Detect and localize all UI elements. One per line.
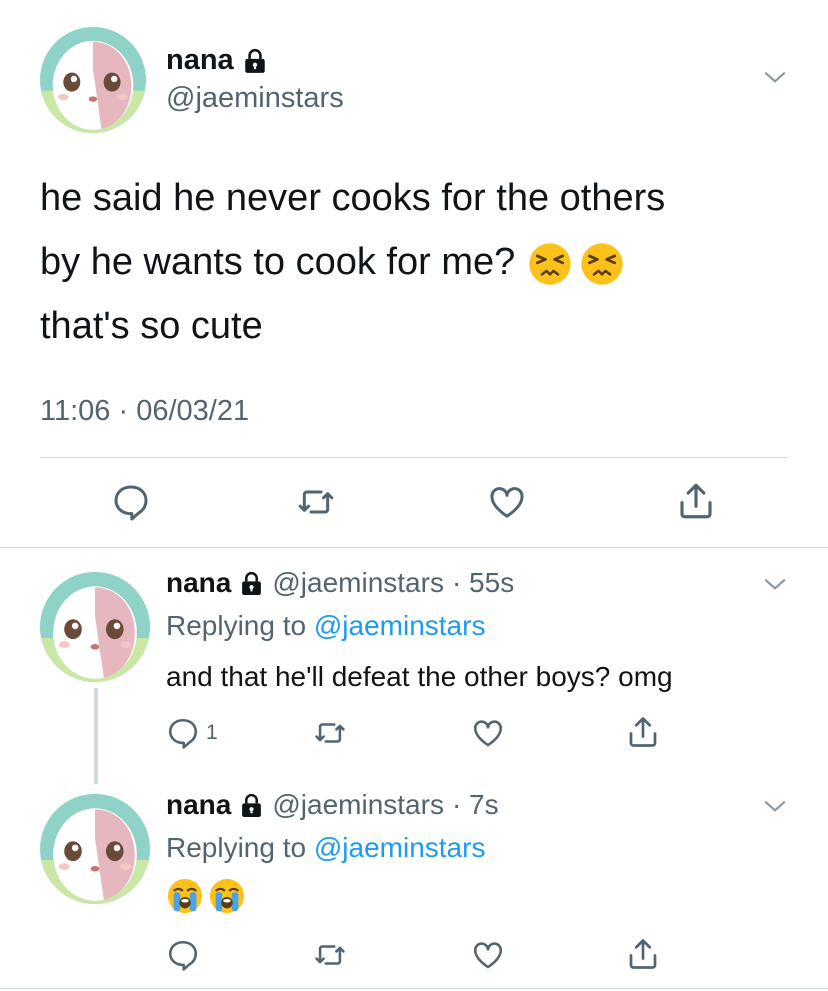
retweet-button[interactable] — [313, 716, 347, 750]
replying-prefix: Replying to — [166, 832, 307, 863]
share-icon — [675, 480, 717, 522]
retweet-button[interactable] — [313, 938, 347, 972]
like-icon — [471, 938, 505, 972]
reply-count: 1 — [206, 721, 218, 744]
tweet-text-segment: by he wants to cook for me? — [40, 241, 516, 283]
replying-to: Replying to @jaeminstars — [166, 610, 485, 642]
reply-text — [166, 877, 246, 915]
like-icon — [471, 716, 505, 750]
chevron-down-icon[interactable] — [762, 571, 788, 597]
thread-connector-line — [94, 688, 98, 784]
loudly-crying-face-icon — [208, 877, 246, 915]
reply-button[interactable]: 1 — [166, 716, 218, 750]
share-icon — [625, 714, 661, 750]
retweet-icon — [296, 482, 336, 522]
chevron-down-icon[interactable] — [762, 64, 788, 90]
protected-lock-icon — [239, 571, 264, 596]
tweet-timestamp[interactable]: 11:06 · 06/03/21 — [40, 395, 249, 428]
replying-to-link[interactable]: @jaeminstars — [314, 832, 486, 863]
handle[interactable]: @jaeminstars — [272, 789, 444, 821]
tweet-text-line: by he wants to cook for me? — [40, 230, 800, 294]
chevron-down-icon[interactable] — [762, 793, 788, 819]
main-tweet-handle[interactable]: @jaeminstars — [166, 82, 344, 115]
retweet-button[interactable] — [296, 482, 336, 522]
reply-icon — [166, 938, 200, 972]
like-button[interactable] — [487, 482, 527, 522]
divider — [0, 547, 828, 548]
retweet-icon — [313, 716, 347, 750]
retweet-icon — [313, 938, 347, 972]
divider — [0, 988, 828, 989]
display-name-text: nana — [166, 44, 234, 76]
reply-button[interactable] — [111, 482, 151, 522]
main-tweet-text: he said he never cooks for the others by… — [40, 166, 800, 358]
share-button[interactable] — [675, 480, 717, 522]
protected-lock-icon — [242, 48, 268, 74]
relative-time[interactable]: · 55s — [452, 567, 514, 599]
relative-time[interactable]: · 7s — [452, 789, 499, 821]
main-tweet-avatar[interactable] — [40, 27, 146, 133]
reply-icon — [111, 482, 151, 522]
handle[interactable]: @jaeminstars — [272, 567, 444, 599]
reply-header: nana @jaeminstars · 7s — [166, 789, 499, 821]
share-button[interactable] — [625, 714, 661, 750]
display-name[interactable]: nana — [166, 789, 231, 821]
reply-avatar[interactable] — [40, 794, 150, 904]
main-tweet-display-name[interactable]: nana — [166, 44, 268, 77]
replying-to: Replying to @jaeminstars — [166, 832, 485, 864]
persevering-face-icon — [527, 241, 573, 287]
replying-prefix: Replying to — [166, 610, 307, 641]
replying-to-link[interactable]: @jaeminstars — [314, 610, 486, 641]
reply-header: nana @jaeminstars · 55s — [166, 567, 514, 599]
reply-button[interactable] — [166, 938, 200, 972]
like-icon — [487, 482, 527, 522]
reply-icon — [166, 716, 200, 750]
share-icon — [625, 936, 661, 972]
persevering-face-icon — [579, 241, 625, 287]
tweet-text-line: he said he never cooks for the others — [40, 177, 666, 219]
protected-lock-icon — [239, 793, 264, 818]
reply-avatar[interactable] — [40, 572, 150, 682]
display-name[interactable]: nana — [166, 567, 231, 599]
like-button[interactable] — [471, 716, 505, 750]
divider — [40, 457, 788, 458]
loudly-crying-face-icon — [166, 877, 204, 915]
reply-text: and that he'll defeat the other boys? om… — [166, 661, 673, 692]
like-button[interactable] — [471, 938, 505, 972]
share-button[interactable] — [625, 936, 661, 972]
tweet-text-line: that's so cute — [40, 305, 263, 347]
